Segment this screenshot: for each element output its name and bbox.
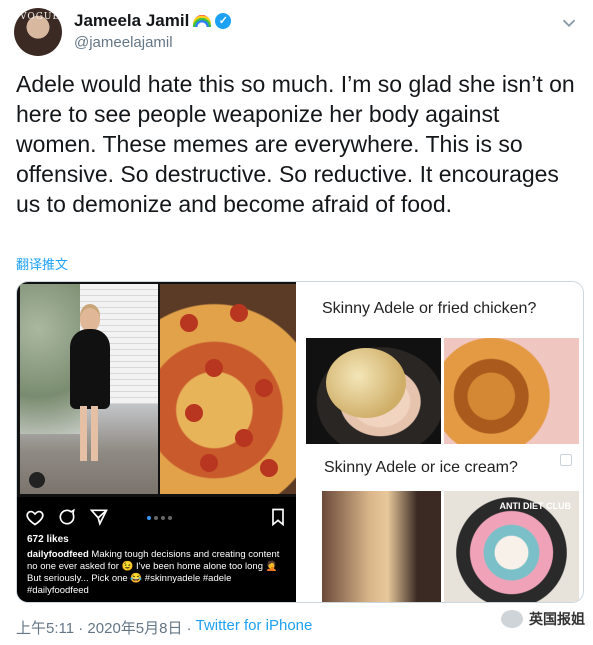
avatar[interactable]: VOGUE (14, 8, 62, 56)
pizza-photo (160, 284, 296, 494)
tweet-source[interactable]: Twitter for iPhone (196, 617, 313, 638)
carousel-dot (147, 516, 151, 520)
adele-portrait-photo-2 (322, 491, 441, 602)
pepperoni (200, 454, 218, 472)
pepperoni (180, 314, 198, 332)
share-icon (89, 509, 108, 526)
tweet-media[interactable]: 672 likes dailyfoodfeed Making tough dec… (16, 281, 584, 603)
tweet-timestamp[interactable]: 上午5:11 · 2020年5月8日 · (16, 617, 192, 638)
figure-legs (80, 406, 98, 461)
rainbow-icon (193, 15, 212, 27)
pepperoni (185, 404, 203, 422)
watermark: 英国报姐 (501, 609, 585, 629)
tweet-header: VOGUE Jameela Jamil ✓ @jameelajamil (14, 6, 584, 58)
instagram-caption: dailyfoodfeed Making tough decisions and… (27, 549, 289, 597)
tagged-user-icon (29, 472, 45, 488)
pepperoni (260, 459, 278, 477)
carousel-dot (161, 516, 165, 520)
pepperoni (205, 359, 223, 377)
anti-diet-club-label: ANTI DIET CLUB (499, 501, 572, 511)
heart-icon (26, 510, 44, 526)
tweet-text: Adele would hate this so much. I’m so gl… (16, 71, 575, 217)
comment-icon (59, 508, 75, 525)
instagram-username: dailyfoodfeed (27, 549, 89, 560)
tweet-meta: 上午5:11 · 2020年5月8日 · Twitter for iPhone (16, 617, 312, 638)
carousel-dot (154, 516, 158, 520)
pepperoni (235, 429, 253, 447)
comparison-question-1: Skinny Adele or fried chicken? (322, 300, 537, 317)
carousel-dots (147, 516, 172, 520)
avatar-vogue-text: VOGUE (20, 12, 61, 22)
overlay-icon (560, 454, 572, 466)
user-handle[interactable]: @jameelajamil (74, 34, 173, 51)
bookmark-icon (272, 508, 284, 527)
comparison-meme-image: Skinny Adele or fried chicken? Skinny Ad… (298, 282, 583, 602)
wechat-icon (501, 610, 523, 628)
instagram-action-icons (25, 507, 109, 527)
display-name[interactable]: Jameela Jamil (74, 11, 189, 31)
instagram-actions-bar: 672 likes dailyfoodfeed Making tough dec… (17, 497, 296, 602)
verified-icon: ✓ (215, 13, 232, 29)
chevron-down-icon[interactable] (558, 12, 580, 34)
likes-count: 672 likes (27, 534, 69, 545)
comparison-question-2: Skinny Adele or ice cream? (324, 459, 518, 476)
adele-portrait-photo-1 (306, 338, 441, 444)
ice-cream-photo: ANTI DIET CLUB (444, 491, 579, 602)
translate-tweet-link[interactable]: 翻译推文 (16, 254, 68, 273)
pepperoni (230, 304, 248, 322)
adele-photo (20, 284, 158, 494)
name-row: Jameela Jamil ✓ (74, 11, 232, 31)
fried-chicken-photo (444, 338, 579, 444)
hair-bun (326, 348, 406, 418)
instagram-post-image: 672 likes dailyfoodfeed Making tough dec… (17, 282, 296, 602)
figure-dress (70, 329, 110, 409)
carousel-dot (168, 516, 172, 520)
pepperoni (255, 379, 273, 397)
watermark-text: 英国报姐 (529, 611, 585, 627)
